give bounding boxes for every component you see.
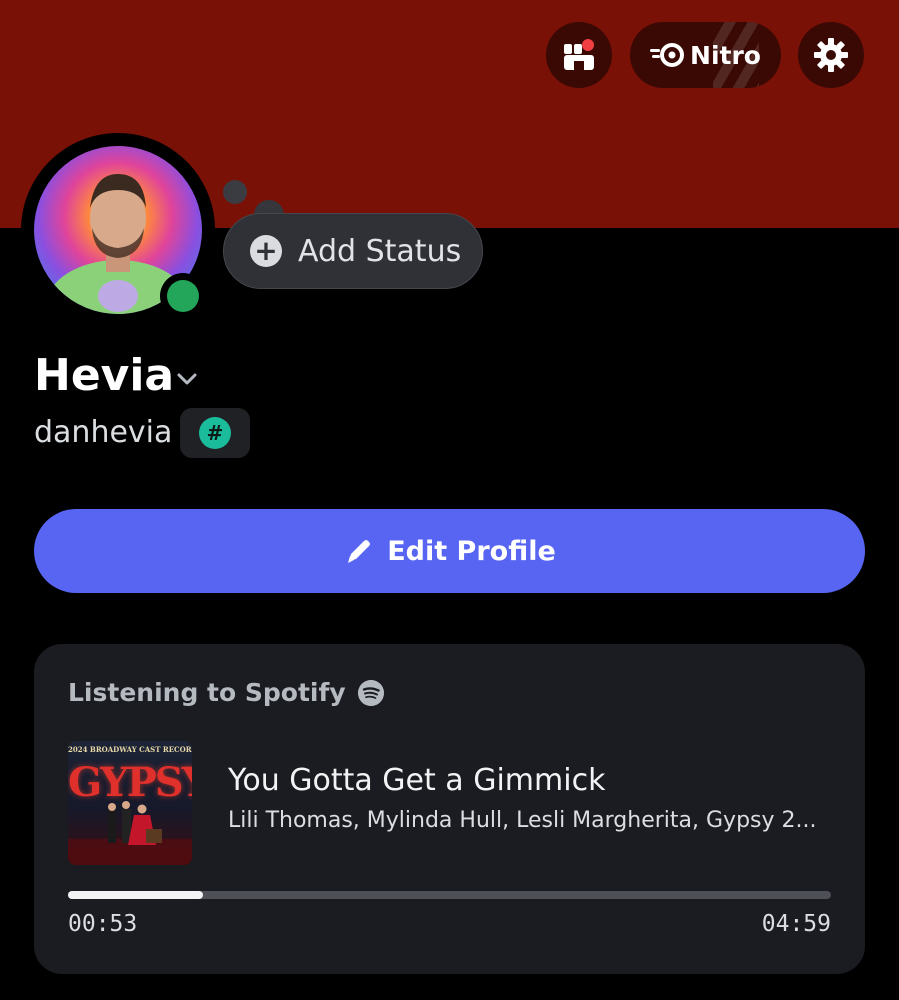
album-art[interactable]: 2024 BROADWAY CAST RECORDING GYPSY (68, 741, 192, 865)
edit-profile-button[interactable]: Edit Profile (34, 509, 865, 593)
time-elapsed: 00:53 (68, 911, 138, 937)
chevron-down-icon[interactable] (172, 364, 202, 394)
spotify-icon (357, 679, 384, 706)
status-bubble-dot (223, 180, 247, 204)
track-artists: Lili Thomas, Mylinda Hull, Lesli Margher… (228, 808, 817, 833)
settings-button[interactable] (798, 22, 864, 88)
pencil-icon (348, 540, 371, 563)
time-total: 04:59 (761, 911, 831, 937)
profile-tag-badge[interactable]: # (180, 408, 250, 458)
add-status-button[interactable]: + Add Status (223, 213, 483, 289)
online-status-indicator (160, 273, 206, 319)
add-status-label: Add Status (298, 233, 462, 269)
plus-circle-icon: + (250, 235, 282, 267)
playback-progress-bar (68, 891, 831, 899)
playback-progress-fill (68, 891, 204, 899)
album-art-figures (68, 801, 192, 865)
nitro-button[interactable]: Nitro (630, 22, 781, 88)
activity-header-label: Listening to Spotify (68, 678, 346, 707)
nitro-label: Nitro (690, 40, 761, 70)
quests-button[interactable] (546, 22, 612, 88)
quests-icon (564, 39, 594, 70)
gear-icon (814, 38, 848, 72)
track-title: You Gotta Get a Gimmick (228, 763, 606, 798)
display-name: Hevia (34, 350, 175, 401)
spotify-activity-card[interactable]: Listening to Spotify 2024 BROADWAY CAST … (34, 644, 865, 974)
edit-profile-label: Edit Profile (387, 535, 556, 567)
activity-header: Listening to Spotify (68, 678, 384, 707)
nitro-icon (650, 43, 685, 67)
hash-icon: # (199, 417, 231, 449)
username: danhevia (34, 415, 173, 450)
